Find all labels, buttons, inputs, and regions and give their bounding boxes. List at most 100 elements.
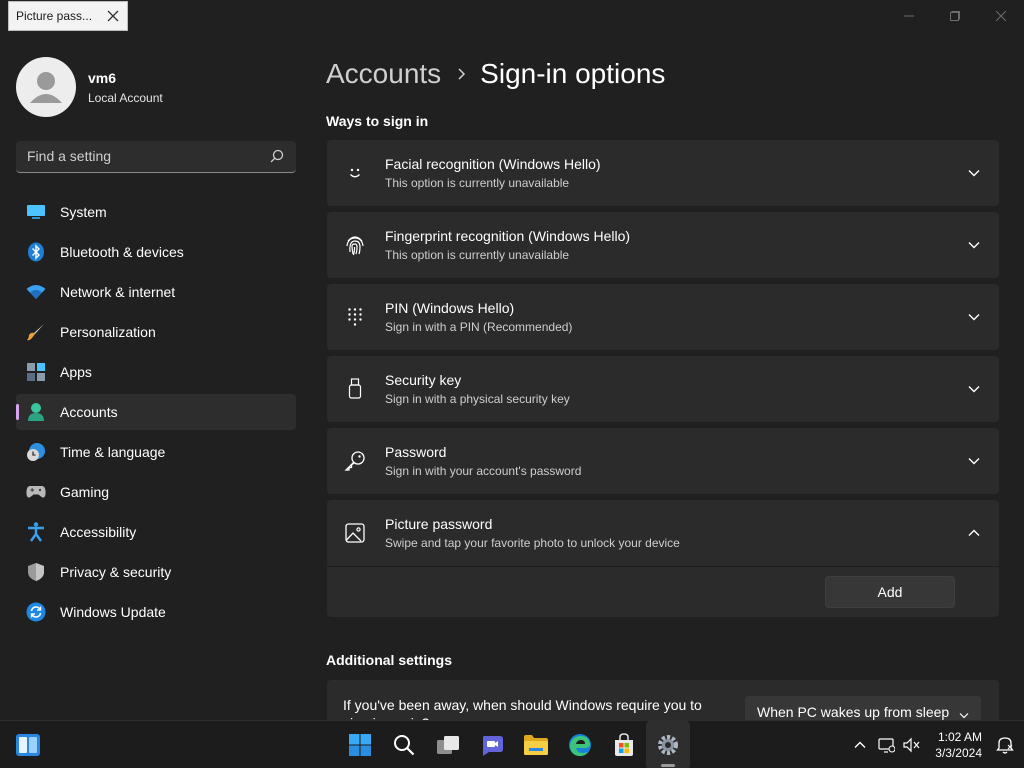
option-subtitle: Sign in with a PIN (Recommended) [385, 320, 573, 334]
breadcrumb-parent[interactable]: Accounts [326, 58, 441, 90]
sidebar-item-apps[interactable]: Apps [16, 354, 296, 390]
file-explorer-icon[interactable] [514, 721, 558, 768]
require-signin-question: If you've been away, when should Windows… [343, 697, 702, 720]
sidebar-item-label: Personalization [60, 324, 156, 340]
picture-password-option[interactable]: Picture password Swipe and tap your favo… [327, 500, 999, 566]
sidebar-item-label: Gaming [60, 484, 110, 500]
system-icon [26, 202, 46, 222]
brush-icon [26, 322, 46, 342]
volume-muted-icon[interactable] [899, 737, 925, 753]
chevron-right-icon [457, 68, 466, 80]
password-option[interactable]: Password Sign in with your account's pas… [327, 428, 999, 494]
sidebar-item-label: Accounts [60, 404, 118, 420]
task-view-icon[interactable] [426, 721, 470, 768]
additional-settings-heading: Additional settings [326, 652, 452, 668]
tooltip-picture-password: Picture pass... [8, 1, 128, 31]
taskbar-clock[interactable]: 1:02 AM 3/3/2024 [935, 729, 982, 761]
shield-icon [26, 562, 46, 582]
sidebar-item-label: System [60, 204, 107, 220]
page-title: Sign-in options [480, 58, 666, 89]
search-icon[interactable] [270, 149, 284, 168]
option-title: PIN (Windows Hello) [385, 300, 515, 316]
option-title: Facial recognition (Windows Hello) [385, 156, 601, 172]
fingerprint-recognition-option[interactable]: Fingerprint recognition (Windows Hello) … [327, 212, 999, 278]
sidebar-item-label: Bluetooth & devices [60, 244, 184, 260]
update-icon [26, 602, 46, 622]
search-icon[interactable] [382, 721, 426, 768]
sidebar-item-bluetooth[interactable]: Bluetooth & devices [16, 234, 296, 270]
sidebar-item-system[interactable]: System [16, 194, 296, 230]
close-icon[interactable] [105, 8, 121, 24]
option-title: Security key [385, 372, 462, 388]
chevron-down-icon[interactable] [967, 454, 981, 468]
sidebar-item-label: Network & internet [60, 284, 176, 300]
teams-chat-icon[interactable] [470, 721, 514, 768]
sidebar-item-label: Time & language [60, 444, 166, 460]
clock-date: 3/3/2024 [935, 746, 982, 760]
avatar [16, 57, 76, 117]
require-signin-dropdown[interactable]: When PC wakes up from sleep [745, 696, 981, 720]
sidebar-item-windows-update[interactable]: Windows Update [16, 594, 296, 630]
sidebar-item-label: Windows Update [60, 604, 166, 620]
pin-option[interactable]: PIN (Windows Hello) Sign in with a PIN (… [327, 284, 999, 350]
chevron-down-icon[interactable] [967, 382, 981, 396]
sidebar-item-gaming[interactable]: Gaming [16, 474, 296, 510]
sidebar-item-personalization[interactable]: Personalization [16, 314, 296, 350]
widgets-icon[interactable] [14, 731, 42, 759]
taskbar: 1:02 AM 3/3/2024 [0, 720, 1024, 768]
user-profile: vm6 Local Account [16, 57, 163, 117]
edge-icon[interactable] [558, 721, 602, 768]
store-icon[interactable] [602, 721, 646, 768]
pin-keypad-icon [344, 306, 366, 328]
usb-key-icon [344, 378, 366, 400]
option-subtitle: This option is currently unavailable [385, 176, 570, 190]
bluetooth-icon [26, 242, 46, 262]
dropdown-value: When PC wakes up from sleep [757, 704, 950, 720]
sidebar-item-accounts[interactable]: Accounts [16, 394, 296, 430]
close-button[interactable] [978, 0, 1024, 32]
chevron-up-icon[interactable] [847, 741, 873, 749]
sidebar-item-label: Accessibility [60, 524, 137, 540]
accounts-icon [26, 402, 46, 422]
add-picture-password-button[interactable]: Add [825, 576, 955, 608]
sidebar-item-network[interactable]: Network & internet [16, 274, 296, 310]
option-subtitle: Sign in with a physical security key [385, 392, 570, 406]
chevron-down-icon[interactable] [967, 238, 981, 252]
option-title: Password [385, 444, 447, 460]
security-key-option[interactable]: Security key Sign in with a physical sec… [327, 356, 999, 422]
settings-icon[interactable] [646, 721, 690, 768]
apps-icon [26, 362, 46, 382]
wifi-icon [26, 282, 46, 302]
sidebar-item-label: Apps [60, 364, 92, 380]
sidebar-item-time-language[interactable]: Time & language [16, 434, 296, 470]
minimize-button[interactable] [886, 0, 932, 32]
search-input[interactable] [16, 141, 256, 171]
ways-to-sign-in-heading: Ways to sign in [326, 113, 429, 129]
sidebar-item-accessibility[interactable]: Accessibility [16, 514, 296, 550]
option-subtitle: Sign in with your account's password [385, 464, 582, 478]
sign-in-options-list: Facial recognition (Windows Hello) This … [327, 140, 999, 617]
option-title: Picture password [385, 516, 493, 532]
maximize-button[interactable] [932, 0, 978, 32]
notification-icon[interactable] [992, 736, 1018, 754]
network-icon[interactable] [873, 737, 899, 753]
profile-name: vm6 [88, 69, 117, 86]
globe-clock-icon [26, 442, 46, 462]
taskbar-apps [338, 721, 690, 768]
option-subtitle: This option is currently unavailable [385, 248, 570, 262]
settings-search [16, 141, 296, 173]
require-signin-setting: If you've been away, when should Windows… [327, 680, 999, 720]
start-icon[interactable] [338, 721, 382, 768]
option-subtitle: Swipe and tap your favorite photo to unl… [385, 536, 680, 550]
face-icon [344, 162, 366, 184]
chevron-down-icon[interactable] [967, 166, 981, 180]
profile-account-type: Local Account [88, 90, 163, 105]
clock-time: 1:02 AM [937, 730, 982, 744]
sidebar-item-label: Privacy & security [60, 564, 172, 580]
chevron-down-icon[interactable] [967, 310, 981, 324]
system-tray: 1:02 AM 3/3/2024 [847, 721, 1024, 768]
chevron-up-icon[interactable] [967, 526, 981, 540]
sidebar-item-privacy-security[interactable]: Privacy & security [16, 554, 296, 590]
facial-recognition-option[interactable]: Facial recognition (Windows Hello) This … [327, 140, 999, 206]
tooltip-label: Picture pass... [16, 9, 93, 23]
